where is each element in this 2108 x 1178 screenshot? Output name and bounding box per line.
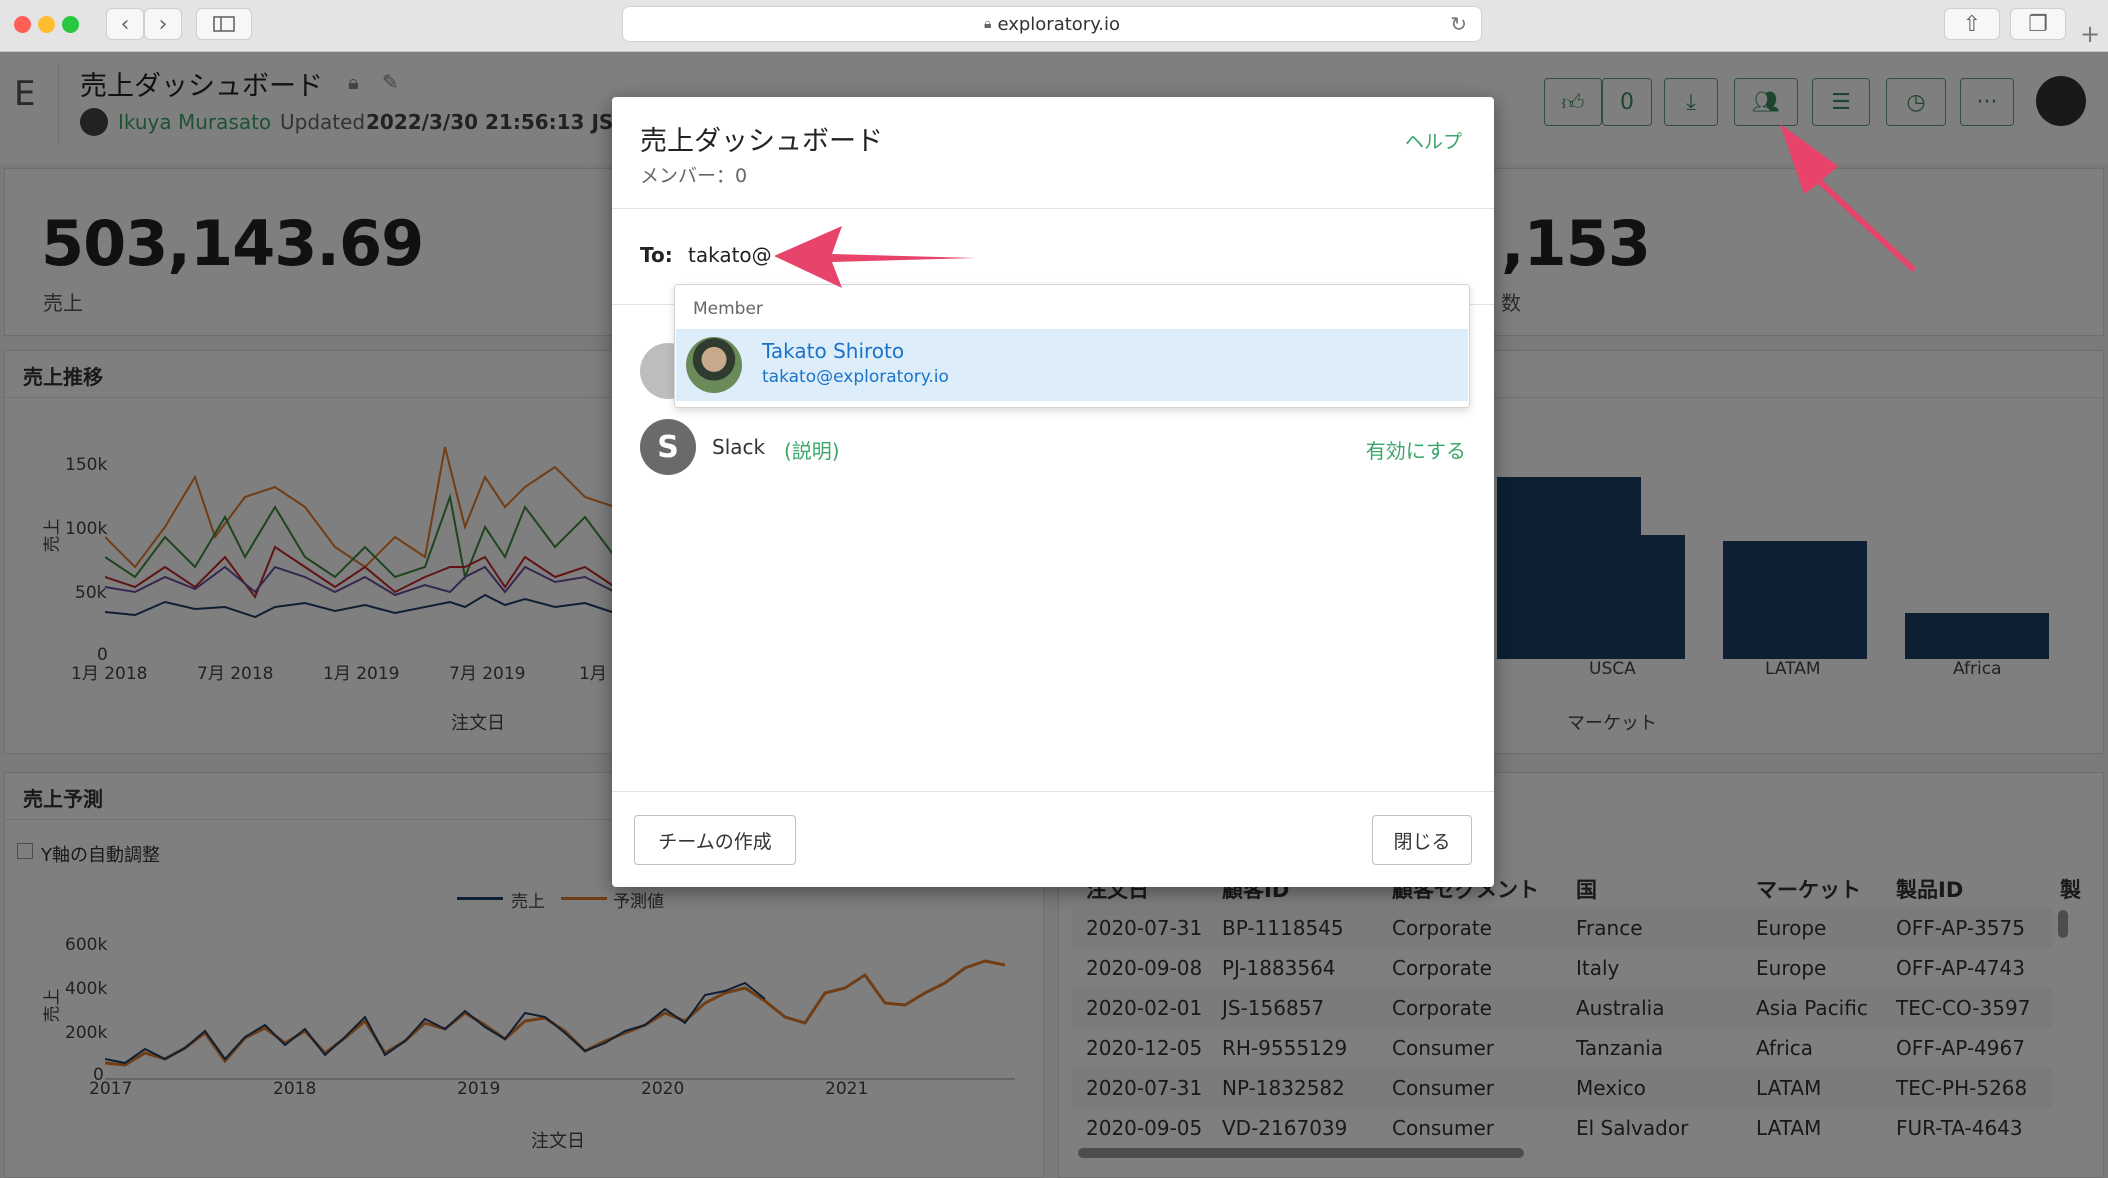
annotation-arrow-up-icon [1780,124,1916,272]
reload-icon[interactable]: ↻ [1450,12,1467,36]
divider [612,208,1494,209]
slack-integration-row: S Slack (説明) 有効にする [640,419,1466,479]
help-link[interactable]: ヘルプ [1405,127,1462,154]
close-button[interactable]: 閉じる [1372,815,1472,865]
create-team-button[interactable]: チームの作成 [634,815,796,865]
autocomplete-option[interactable]: Takato Shiroto takato@exploratory.io [676,329,1468,401]
tabs-icon: ❐ [2028,11,2048,37]
sidebar-toggle-button[interactable] [196,8,252,40]
member-email: takato@exploratory.io [762,367,949,387]
annotation-arrow-left-icon [774,226,976,288]
member-name: Takato Shiroto [762,339,905,363]
forward-button[interactable]: › [144,8,182,40]
share-dialog: 売上ダッシュボード メンバー：0 ヘルプ To: S Slack (説明) 有効… [612,97,1494,887]
close-window-button[interactable] [14,16,31,33]
enable-slack-link[interactable]: 有効にする [1366,435,1466,464]
dialog-title: 売上ダッシュボード [640,126,883,157]
url-text: exploratory.io [997,13,1121,35]
to-label: To: [640,243,673,267]
divider [612,791,1494,792]
slack-label: Slack [712,435,766,459]
chevron-left-icon: ‹ [120,11,130,37]
slack-icon: S [640,419,696,475]
lock-icon: 🔒︎ [983,16,992,32]
chevron-right-icon: › [158,11,168,37]
avatar [686,337,742,393]
share-button[interactable]: ⇧ [1944,8,2000,40]
sidebar-icon [213,16,235,32]
autocomplete-header: Member [693,299,763,319]
member-count: メンバー：0 [640,165,748,187]
tabs-overview-button[interactable]: ❐ [2010,8,2066,40]
minimize-window-button[interactable] [38,16,55,33]
share-icon: ⇧ [1962,11,1982,37]
new-tab-icon[interactable]: + [2080,20,2100,48]
address-bar[interactable]: 🔒︎ exploratory.io ↻ [622,6,1482,42]
zoom-window-button[interactable] [62,16,79,33]
slack-description-link[interactable]: (説明) [784,435,840,464]
back-button[interactable]: ‹ [106,8,144,40]
member-autocomplete: Member Takato Shiroto takato@exploratory… [674,284,1470,408]
browser-toolbar: ‹ › 🔒︎ exploratory.io ↻ ⇧ ❐ + [0,0,2108,52]
